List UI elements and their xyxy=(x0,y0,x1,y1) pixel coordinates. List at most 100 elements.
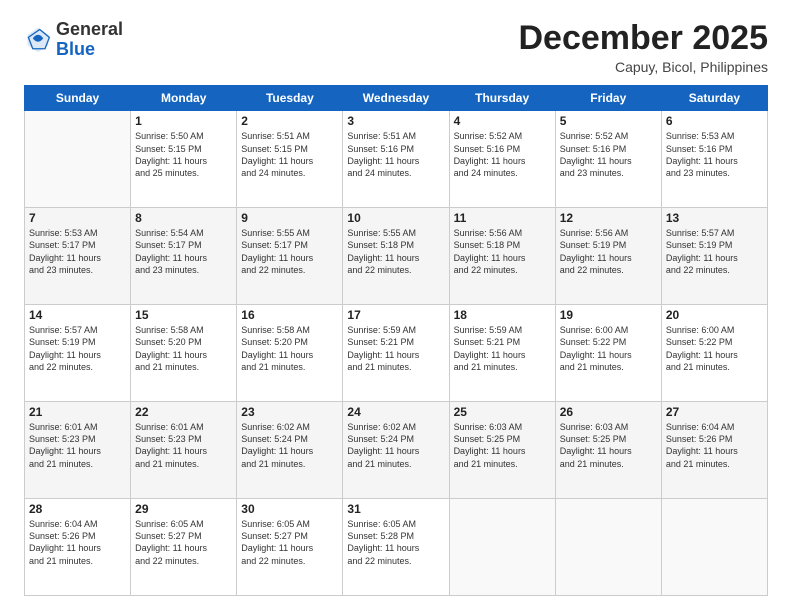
col-header-tuesday: Tuesday xyxy=(237,86,343,111)
day-number: 5 xyxy=(560,114,657,128)
day-info: Sunrise: 5:55 AMSunset: 5:18 PMDaylight:… xyxy=(347,227,444,276)
day-info: Sunrise: 5:53 AMSunset: 5:17 PMDaylight:… xyxy=(29,227,126,276)
day-info: Sunrise: 6:00 AMSunset: 5:22 PMDaylight:… xyxy=(666,324,763,373)
calendar-cell: 10 Sunrise: 5:55 AMSunset: 5:18 PMDayligh… xyxy=(343,208,449,305)
day-info: Sunrise: 5:56 AMSunset: 5:18 PMDaylight:… xyxy=(454,227,551,276)
calendar-cell xyxy=(555,499,661,596)
calendar-cell: 17 Sunrise: 5:59 AMSunset: 5:21 PMDayligh… xyxy=(343,305,449,402)
subtitle: Capuy, Bicol, Philippines xyxy=(518,59,768,75)
day-info: Sunrise: 6:01 AMSunset: 5:23 PMDaylight:… xyxy=(135,421,232,470)
col-header-friday: Friday xyxy=(555,86,661,111)
day-info: Sunrise: 6:03 AMSunset: 5:25 PMDaylight:… xyxy=(454,421,551,470)
calendar-cell: 19 Sunrise: 6:00 AMSunset: 5:22 PMDayligh… xyxy=(555,305,661,402)
calendar-table: SundayMondayTuesdayWednesdayThursdayFrid… xyxy=(24,85,768,596)
day-number: 28 xyxy=(29,502,126,516)
day-info: Sunrise: 6:00 AMSunset: 5:22 PMDaylight:… xyxy=(560,324,657,373)
month-title: December 2025 xyxy=(518,20,768,57)
day-info: Sunrise: 5:59 AMSunset: 5:21 PMDaylight:… xyxy=(347,324,444,373)
day-number: 9 xyxy=(241,211,338,225)
day-info: Sunrise: 6:03 AMSunset: 5:25 PMDaylight:… xyxy=(560,421,657,470)
day-info: Sunrise: 6:02 AMSunset: 5:24 PMDaylight:… xyxy=(241,421,338,470)
day-info: Sunrise: 5:52 AMSunset: 5:16 PMDaylight:… xyxy=(454,130,551,179)
day-number: 10 xyxy=(347,211,444,225)
calendar-cell: 23 Sunrise: 6:02 AMSunset: 5:24 PMDayligh… xyxy=(237,402,343,499)
day-number: 25 xyxy=(454,405,551,419)
col-header-monday: Monday xyxy=(131,86,237,111)
calendar-cell: 6Sunrise: 5:53 AMSunset: 5:16 PMDaylight… xyxy=(661,111,767,208)
day-number: 24 xyxy=(347,405,444,419)
calendar-week-row: 21Sunrise: 6:01 AMSunset: 5:23 PMDayligh… xyxy=(25,402,768,499)
header: General Blue December 2025 Capuy, Bicol,… xyxy=(24,20,768,75)
calendar-cell: 27 Sunrise: 6:04 AMSunset: 5:26 PMDayligh… xyxy=(661,402,767,499)
calendar-cell: 12 Sunrise: 5:56 AMSunset: 5:19 PMDayligh… xyxy=(555,208,661,305)
logo-icon xyxy=(24,26,52,54)
day-number: 6 xyxy=(666,114,763,128)
day-number: 27 xyxy=(666,405,763,419)
day-info: Sunrise: 5:51 AMSunset: 5:16 PMDaylight:… xyxy=(347,130,444,179)
day-info: Sunrise: 6:01 AMSunset: 5:23 PMDaylight:… xyxy=(29,421,126,470)
day-number: 1 xyxy=(135,114,232,128)
calendar-cell: 31Sunrise: 6:05 AMSunset: 5:28 PMDayligh… xyxy=(343,499,449,596)
calendar-cell: 26 Sunrise: 6:03 AMSunset: 5:25 PMDayligh… xyxy=(555,402,661,499)
day-info: Sunrise: 5:56 AMSunset: 5:19 PMDaylight:… xyxy=(560,227,657,276)
day-number: 22 xyxy=(135,405,232,419)
logo-text: General Blue xyxy=(56,20,123,60)
day-number: 14 xyxy=(29,308,126,322)
day-info: Sunrise: 6:02 AMSunset: 5:24 PMDaylight:… xyxy=(347,421,444,470)
calendar-cell: 5 Sunrise: 5:52 AMSunset: 5:16 PMDaylight… xyxy=(555,111,661,208)
col-header-saturday: Saturday xyxy=(661,86,767,111)
calendar-cell: 25 Sunrise: 6:03 AMSunset: 5:25 PMDayligh… xyxy=(449,402,555,499)
calendar-cell: 24 Sunrise: 6:02 AMSunset: 5:24 PMDayligh… xyxy=(343,402,449,499)
day-number: 19 xyxy=(560,308,657,322)
day-info: Sunrise: 6:05 AMSunset: 5:27 PMDaylight:… xyxy=(241,518,338,567)
day-info: Sunrise: 5:52 AMSunset: 5:16 PMDaylight:… xyxy=(560,130,657,179)
day-info: Sunrise: 6:04 AMSunset: 5:26 PMDaylight:… xyxy=(666,421,763,470)
calendar-cell: 8Sunrise: 5:54 AMSunset: 5:17 PMDaylight… xyxy=(131,208,237,305)
calendar-cell: 14Sunrise: 5:57 AMSunset: 5:19 PMDayligh… xyxy=(25,305,131,402)
day-number: 29 xyxy=(135,502,232,516)
calendar-cell: 1 Sunrise: 5:50 AMSunset: 5:15 PMDaylight… xyxy=(131,111,237,208)
col-header-thursday: Thursday xyxy=(449,86,555,111)
day-number: 13 xyxy=(666,211,763,225)
day-info: Sunrise: 5:55 AMSunset: 5:17 PMDaylight:… xyxy=(241,227,338,276)
day-info: Sunrise: 5:59 AMSunset: 5:21 PMDaylight:… xyxy=(454,324,551,373)
logo-general: General xyxy=(56,19,123,39)
calendar-cell xyxy=(449,499,555,596)
calendar-cell: 2Sunrise: 5:51 AMSunset: 5:15 PMDaylight… xyxy=(237,111,343,208)
page: General Blue December 2025 Capuy, Bicol,… xyxy=(0,0,792,612)
day-info: Sunrise: 5:57 AMSunset: 5:19 PMDaylight:… xyxy=(666,227,763,276)
day-number: 20 xyxy=(666,308,763,322)
calendar-cell: 21Sunrise: 6:01 AMSunset: 5:23 PMDayligh… xyxy=(25,402,131,499)
day-number: 26 xyxy=(560,405,657,419)
calendar-week-row: 1 Sunrise: 5:50 AMSunset: 5:15 PMDaylight… xyxy=(25,111,768,208)
col-header-wednesday: Wednesday xyxy=(343,86,449,111)
day-number: 4 xyxy=(454,114,551,128)
day-number: 30 xyxy=(241,502,338,516)
calendar-cell: 7 Sunrise: 5:53 AMSunset: 5:17 PMDaylight… xyxy=(25,208,131,305)
day-number: 8 xyxy=(135,211,232,225)
day-number: 15 xyxy=(135,308,232,322)
calendar-cell: 30 Sunrise: 6:05 AMSunset: 5:27 PMDayligh… xyxy=(237,499,343,596)
calendar-week-row: 7 Sunrise: 5:53 AMSunset: 5:17 PMDaylight… xyxy=(25,208,768,305)
day-number: 7 xyxy=(29,211,126,225)
calendar-cell: 4 Sunrise: 5:52 AMSunset: 5:16 PMDaylight… xyxy=(449,111,555,208)
calendar-cell: 20 Sunrise: 6:00 AMSunset: 5:22 PMDayligh… xyxy=(661,305,767,402)
day-number: 12 xyxy=(560,211,657,225)
calendar-cell: 15Sunrise: 5:58 AMSunset: 5:20 PMDayligh… xyxy=(131,305,237,402)
day-info: Sunrise: 6:05 AMSunset: 5:27 PMDaylight:… xyxy=(135,518,232,567)
day-number: 23 xyxy=(241,405,338,419)
day-number: 17 xyxy=(347,308,444,322)
calendar-week-row: 14Sunrise: 5:57 AMSunset: 5:19 PMDayligh… xyxy=(25,305,768,402)
logo-blue-text: Blue xyxy=(56,39,95,59)
logo: General Blue xyxy=(24,20,123,60)
calendar-cell: 16Sunrise: 5:58 AMSunset: 5:20 PMDayligh… xyxy=(237,305,343,402)
day-info: Sunrise: 5:58 AMSunset: 5:20 PMDaylight:… xyxy=(241,324,338,373)
day-info: Sunrise: 5:51 AMSunset: 5:15 PMDaylight:… xyxy=(241,130,338,179)
calendar-cell: 29 Sunrise: 6:05 AMSunset: 5:27 PMDayligh… xyxy=(131,499,237,596)
calendar-cell xyxy=(661,499,767,596)
calendar-cell xyxy=(25,111,131,208)
calendar-header-row: SundayMondayTuesdayWednesdayThursdayFrid… xyxy=(25,86,768,111)
calendar-week-row: 28Sunrise: 6:04 AMSunset: 5:26 PMDayligh… xyxy=(25,499,768,596)
day-info: Sunrise: 5:50 AMSunset: 5:15 PMDaylight:… xyxy=(135,130,232,179)
calendar-cell: 9 Sunrise: 5:55 AMSunset: 5:17 PMDaylight… xyxy=(237,208,343,305)
